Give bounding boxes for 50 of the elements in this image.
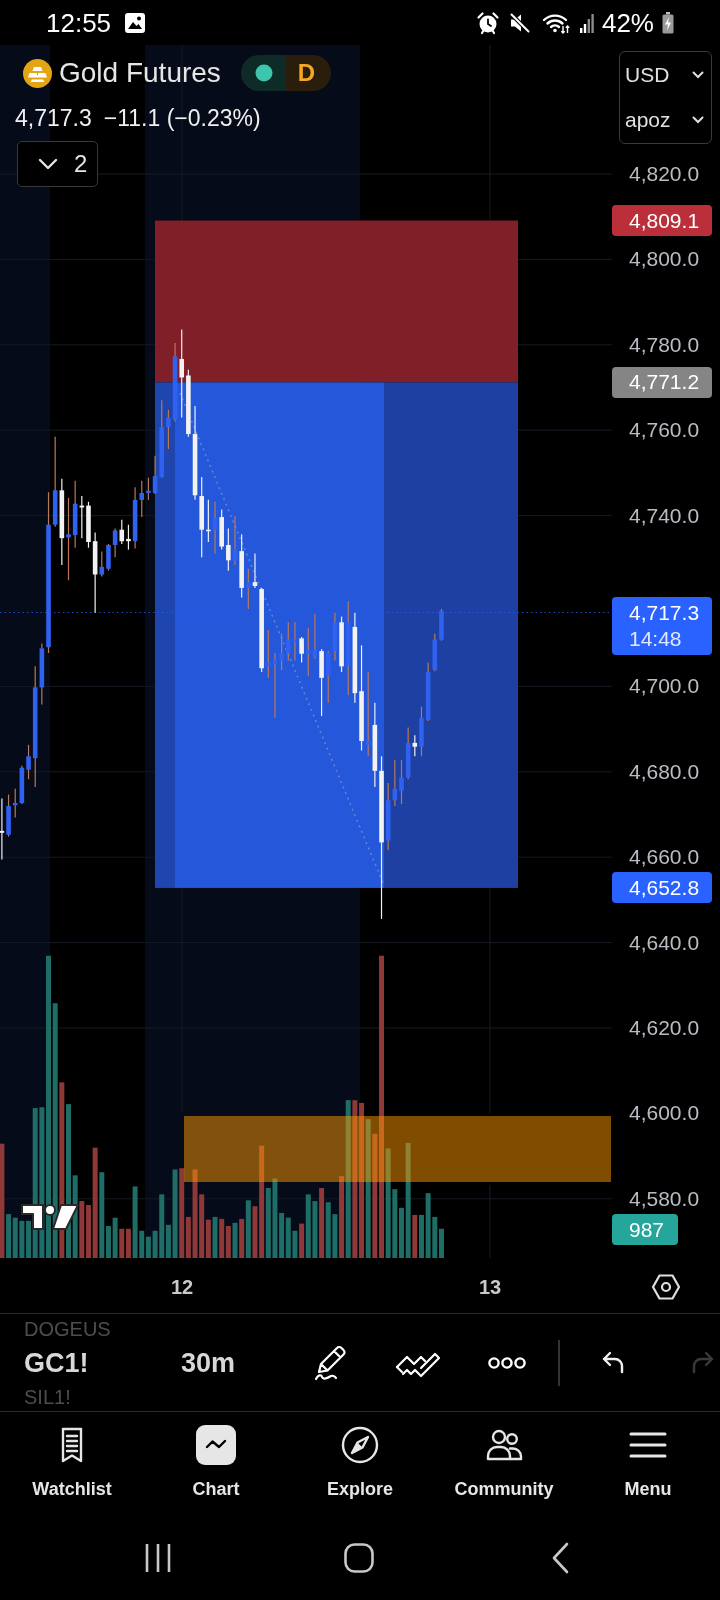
price-axis-label: 4,700.0 [629, 673, 700, 700]
price-tag-value: 4,717.3 [629, 599, 701, 626]
home-icon[interactable] [343, 1542, 374, 1573]
chevron-down-icon [692, 115, 704, 124]
price-tag: 4,771.2 [612, 366, 712, 398]
time-axis-label: 13 [477, 1275, 503, 1300]
image-icon [125, 12, 146, 33]
settings-icon[interactable] [651, 1272, 681, 1302]
unit-dropdown[interactable]: apoz [620, 97, 711, 142]
nav-tab[interactable]: Watchlist [0, 1412, 144, 1515]
price-axis-label: 4,640.0 [629, 929, 700, 956]
more-icon[interactable] [487, 1355, 527, 1370]
price-axis-label: 4,600.0 [629, 1100, 700, 1127]
price-axis-label: 4,660.0 [629, 844, 700, 871]
price-axis-label: 4,740.0 [629, 502, 700, 529]
price-axis-label: 4,580.0 [629, 1185, 700, 1212]
status-time: 12:55 [46, 7, 112, 38]
back-icon[interactable] [550, 1541, 569, 1574]
logo-icon [20, 1202, 80, 1232]
price-axis-label: 4,820.0 [629, 161, 700, 187]
price-tag: 4,809.1 [612, 205, 712, 237]
price-axis-label: 4,620.0 [629, 1015, 700, 1041]
price-axis-label: 4,760.0 [629, 417, 700, 444]
undo-icon[interactable] [600, 1349, 626, 1376]
chevron-down-icon [692, 70, 704, 79]
price-axis-label: 4,800.0 [629, 246, 700, 273]
nav-tab[interactable]: Chart [144, 1412, 288, 1515]
interval-button[interactable]: 30m [181, 1346, 310, 1379]
currency-dropdown[interactable]: USD [620, 52, 711, 97]
price-tag: 4,652.8 [612, 872, 712, 904]
price-axis-label: 4,780.0 [629, 331, 700, 358]
alarm-icon [475, 10, 500, 35]
nav-tab[interactable]: Community [432, 1412, 576, 1515]
price-axis-label: 4,680.0 [629, 758, 700, 785]
ingot-icon [23, 58, 52, 88]
countdown-timer: 14:48 [629, 625, 683, 652]
nav-tab[interactable]: Menu [576, 1412, 720, 1515]
battery-percent: 42% [601, 7, 654, 38]
recent-apps-icon[interactable] [143, 1541, 172, 1574]
signal-icon [579, 12, 594, 33]
volume-tag: 987 [612, 1214, 678, 1245]
symbol-picker-item[interactable]: GC1! [24, 1346, 89, 1379]
last-price: 4,717.3 [15, 104, 92, 132]
mute-icon [507, 10, 532, 35]
battery-icon [662, 11, 674, 34]
indicators-toggle-button[interactable]: 2 [17, 141, 98, 187]
nav-tab[interactable]: Explore [288, 1412, 432, 1515]
price-change: −11.1 (−0.23%) [103, 104, 261, 132]
time-axis-label: 12 [169, 1275, 195, 1300]
symbol-name[interactable]: Gold Futures [59, 56, 221, 90]
